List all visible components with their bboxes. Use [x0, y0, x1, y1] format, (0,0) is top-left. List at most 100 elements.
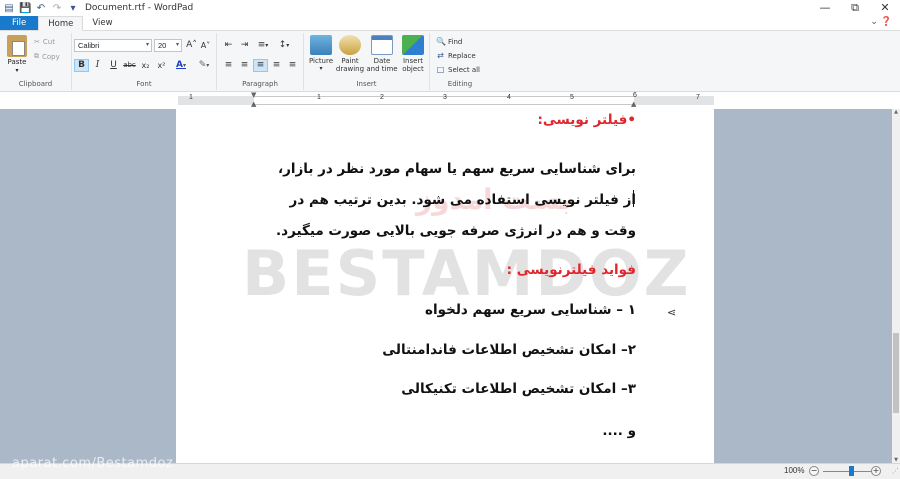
ruler-right-margin — [634, 96, 714, 105]
cut-label: Cut — [42, 38, 55, 46]
replace-icon: ⇄ — [437, 51, 444, 60]
paragraph-group-label: Paragraph — [242, 80, 278, 88]
doc-heading-filter[interactable]: •فیلتر نویسی: — [538, 112, 637, 128]
zoom-level: 100% — [784, 466, 805, 475]
save-icon[interactable]: 💾 — [19, 3, 31, 14]
scissors-icon: ✂ — [34, 38, 40, 46]
align-left-icon[interactable]: ≡ — [221, 59, 236, 72]
tab-home[interactable]: Home — [38, 16, 84, 31]
tab-view[interactable]: View — [83, 16, 121, 30]
bold-button[interactable]: B — [74, 59, 89, 72]
decrease-indent-icon[interactable]: ⇤ — [221, 39, 236, 52]
grow-font-icon[interactable]: A˄ — [185, 39, 198, 52]
font-size-buttons: A˄ A˅ — [185, 39, 212, 52]
find-label: Find — [448, 37, 463, 46]
paragraph-top-buttons: ⇤ ⇥ ≡▾ ↕▾ — [221, 39, 294, 52]
wordpad-app-icon: ▤ — [4, 2, 14, 14]
document-canvas[interactable]: بست امدوز BESTAMDOZ •فیلتر نویسی: برای ش… — [0, 109, 892, 463]
find-button[interactable]: 🔍 Find — [436, 37, 462, 46]
right-indent-marker[interactable]: ▲ — [631, 101, 636, 108]
ruler-number: 5 — [570, 94, 574, 101]
window-controls: — ⧉ ✕ — [810, 0, 900, 16]
window-title: Document.rtf - WordPad — [85, 3, 194, 13]
doc-list-item[interactable]: و .... — [602, 423, 636, 439]
zoom-out-button[interactable]: − — [809, 466, 819, 476]
doc-paragraph-line[interactable]: وقت و هم در انرژی صرفه جویی بالایی صورت … — [276, 223, 636, 239]
tab-file[interactable]: File — [0, 16, 39, 30]
increase-indent-icon[interactable]: ⇥ — [237, 39, 252, 52]
minimize-button[interactable]: — — [810, 0, 840, 16]
paint-drawing-button[interactable]: Paint drawing — [334, 35, 366, 73]
title-bar: ▤ 💾 ↶ ↷ ▾ Document.rtf - WordPad — ⧉ ✕ — [0, 0, 900, 16]
paste-label: Paste — [7, 58, 27, 66]
date-time-button[interactable]: Date and time — [366, 35, 398, 73]
zoom-in-button[interactable]: + — [871, 466, 881, 476]
doc-paragraph-line[interactable]: از فیلتر نویسی استفاده می شود. بدین ترتی… — [290, 192, 636, 208]
text-caret — [633, 190, 634, 207]
paste-icon — [7, 35, 27, 57]
replace-button[interactable]: ⇄ Replace — [436, 51, 476, 60]
help-icon[interactable]: ⌄ ❓ — [870, 17, 892, 27]
undo-icon[interactable]: ↶ — [35, 3, 47, 14]
italic-button[interactable]: I — [90, 59, 105, 72]
highlight-icon[interactable]: ✎▾ — [193, 59, 215, 72]
text-color-icon[interactable]: A▾ — [170, 59, 192, 72]
ribbon: Paste ▾ ✂ Cut ⧉ Copy Clipboard Calibri ▾… — [0, 31, 900, 92]
strikethrough-button[interactable]: abc — [122, 59, 137, 72]
editing-group-label: Editing — [447, 80, 473, 88]
redo-icon[interactable]: ↷ — [51, 3, 63, 14]
superscript-button[interactable]: x² — [154, 59, 169, 72]
doc-list-item[interactable]: ۱ – شناسایی سریع سهم دلخواه — [425, 302, 636, 318]
vertical-scrollbar[interactable]: ▲ ▼ — [892, 109, 900, 463]
paste-dropdown-icon[interactable]: ▾ — [4, 67, 30, 74]
line-spacing-icon[interactable]: ↕▾ — [274, 39, 294, 52]
doc-heading-benefits[interactable]: فواید فیلترنویسی : — [507, 262, 636, 278]
customize-icon[interactable]: ▾ — [67, 3, 79, 14]
scroll-thumb[interactable] — [893, 333, 899, 413]
clipboard-group-label: Clipboard — [18, 80, 53, 88]
editing-group: 🔍 Find ⇄ Replace □ Select all Editing — [432, 33, 488, 90]
maximize-button[interactable]: ⧉ — [840, 0, 870, 16]
doc-list-item[interactable]: ۳– امکان تشخیص اطلاعات تکنیکالی — [401, 381, 636, 397]
paragraph-dialog-icon[interactable]: ≡ — [285, 59, 300, 72]
aparat-watermark: aparat.com/Bestamdoz — [12, 456, 174, 471]
copy-label: Copy — [42, 52, 60, 61]
cut-button[interactable]: ✂ Cut — [34, 38, 55, 46]
resize-grip-icon[interactable]: ⋰ — [892, 467, 899, 475]
left-indent-marker[interactable]: ▲ — [251, 101, 256, 108]
status-bar: aparat.com/Bestamdoz 100% − + ⋰ — [0, 456, 900, 479]
doc-paragraph-line[interactable]: برای شناسایی سریع سهم یا سهام مورد نظر د… — [278, 161, 636, 177]
align-center-icon[interactable]: ≡ — [237, 59, 252, 72]
first-line-indent-marker[interactable]: ▼ — [251, 92, 256, 99]
paste-button[interactable]: Paste ▾ — [4, 35, 30, 74]
font-name-select[interactable]: Calibri ▾ — [74, 39, 152, 52]
subscript-button[interactable]: x₂ — [138, 59, 153, 72]
font-size-select[interactable]: 20 ▾ — [154, 39, 182, 52]
bullets-icon[interactable]: ≡▾ — [253, 39, 273, 52]
chevron-down-icon: ▾ — [175, 42, 179, 48]
justify-icon[interactable]: ≡ — [269, 59, 284, 72]
zoom-slider-thumb[interactable] — [849, 466, 854, 476]
copy-button[interactable]: ⧉ Copy — [34, 52, 60, 61]
select-all-icon: □ — [436, 65, 445, 74]
shrink-font-icon[interactable]: A˅ — [199, 39, 212, 52]
ruler-number: 1 — [317, 94, 321, 101]
clipboard-group: Paste ▾ ✂ Cut ⧉ Copy Clipboard — [0, 33, 72, 90]
ruler[interactable]: 1 1 2 3 4 5 6 7 ▼ ▲ ▲ — [0, 92, 900, 109]
underline-button[interactable]: U — [106, 59, 121, 72]
select-all-button[interactable]: □ Select all — [436, 65, 480, 74]
ribbon-tabs: File Home View ⌄ ❓ — [0, 16, 900, 31]
scroll-up-icon[interactable]: ▲ — [892, 109, 900, 115]
picture-button[interactable]: Picture ▾ — [306, 35, 336, 73]
ruler-number: 1 — [189, 94, 193, 101]
ruler-number: 3 — [443, 94, 447, 101]
doc-list-item[interactable]: ۲– امکان تشخیص اطلاعات فاندامنتالی — [382, 342, 636, 358]
document-page[interactable]: بست امدوز BESTAMDOZ •فیلتر نویسی: برای ش… — [176, 109, 714, 463]
close-button[interactable]: ✕ — [870, 0, 900, 16]
align-right-icon[interactable]: ≡ — [253, 59, 268, 72]
ruler-number: 6 — [633, 92, 637, 99]
insert-object-button[interactable]: Insert object — [398, 35, 428, 73]
font-group: Calibri ▾ 20 ▾ A˄ A˅ B I U abc x₂ x² A▾ … — [72, 33, 217, 90]
chevron-down-icon: ▾ — [145, 42, 149, 48]
font-style-buttons: B I U abc x₂ x² A▾ ✎▾ — [74, 59, 215, 72]
